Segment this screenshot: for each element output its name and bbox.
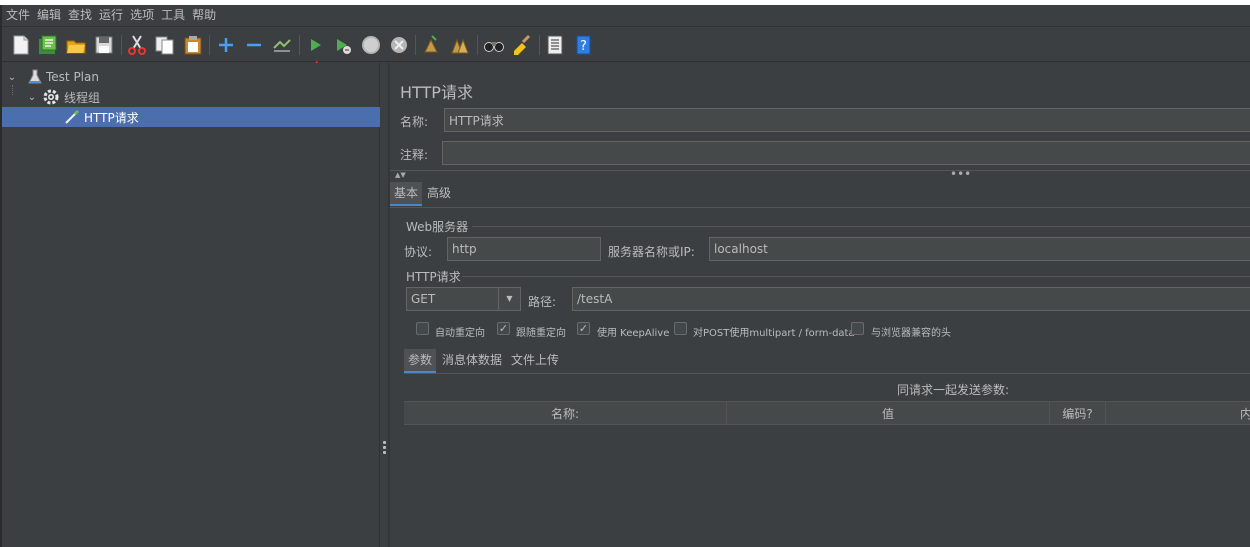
keepalive-checkbox[interactable]: ✓: [577, 322, 590, 335]
toggle-icon[interactable]: [271, 34, 293, 56]
params-caption: 同请求一起发送参数:: [897, 383, 1010, 397]
menu-search[interactable]: 查找: [68, 5, 92, 26]
tree-item-thread-group[interactable]: ⌄ 线程组: [2, 87, 380, 107]
column-header-encode[interactable]: 编码?: [1050, 402, 1106, 424]
menu-run[interactable]: 运行: [99, 5, 123, 26]
pipette-icon: [64, 109, 80, 125]
start-no-pauses-icon[interactable]: [332, 34, 354, 56]
auto-redirect-checkbox[interactable]: [416, 322, 429, 335]
menu-tools[interactable]: 工具: [161, 5, 185, 26]
gear-icon: [42, 88, 60, 106]
split-handle[interactable]: [383, 441, 386, 457]
test-plan-tree: ⌄ Test Plan ⌄ 线程组 HTTP请求: [2, 63, 380, 547]
tree-item-test-plan[interactable]: ⌄ Test Plan: [2, 67, 380, 87]
tree-label: Test Plan: [46, 70, 99, 84]
http-request-panel: HTTP请求 名称: 注释: ▲▼ ••• 基本 高级 Web服务器 协议: 服…: [390, 63, 1250, 547]
method-value: GET: [411, 292, 436, 306]
tab-parameters[interactable]: 参数: [404, 349, 437, 373]
new-icon[interactable]: [10, 34, 32, 56]
menu-edit[interactable]: 编辑: [37, 5, 61, 26]
search-icon[interactable]: [483, 34, 505, 56]
column-header-value[interactable]: 值: [727, 402, 1050, 424]
params-table-header: 名称: 值 编码? 内: [404, 401, 1250, 425]
expand-icon[interactable]: [215, 34, 237, 56]
follow-redirect-label: 跟随重定向: [516, 328, 566, 339]
browser-headers-checkbox[interactable]: [851, 322, 864, 335]
chevron-down-icon[interactable]: ⌄: [6, 71, 18, 83]
open-icon[interactable]: [65, 34, 87, 56]
help-icon[interactable]: ?: [572, 34, 594, 56]
shutdown-icon[interactable]: [388, 34, 410, 56]
menu-bar: 文件 编辑 查找 运行 选项 工具 帮助: [2, 5, 1250, 26]
chevron-down-icon[interactable]: ⌄: [26, 91, 38, 103]
toolbar: ?: [2, 26, 1250, 62]
server-label: 服务器名称或IP:: [608, 245, 695, 259]
tree-item-http-request[interactable]: HTTP请求: [2, 107, 380, 127]
tree-label: HTTP请求: [84, 110, 139, 125]
comment-label: 注释:: [400, 148, 429, 162]
tree-label: 线程组: [64, 90, 101, 105]
browser-headers-label: 与浏览器兼容的头: [871, 328, 951, 339]
keepalive-label: 使用 KeepAlive: [597, 328, 670, 339]
method-select[interactable]: GET ▼: [406, 287, 521, 311]
protocol-label: 协议:: [404, 245, 433, 259]
copy-icon[interactable]: [154, 34, 176, 56]
server-field[interactable]: [709, 237, 1250, 261]
path-field[interactable]: [572, 287, 1250, 311]
function-helper-icon[interactable]: [544, 34, 566, 56]
save-icon[interactable]: [93, 34, 115, 56]
flask-icon: [28, 69, 42, 85]
templates-icon[interactable]: [37, 34, 59, 56]
start-icon[interactable]: [304, 34, 326, 56]
path-label: 路径:: [528, 295, 557, 309]
http-section-title: HTTP请求: [406, 270, 461, 284]
paste-icon[interactable]: [182, 34, 204, 56]
protocol-field[interactable]: [447, 237, 601, 261]
chevron-down-icon[interactable]: ▼: [498, 288, 520, 310]
menu-help[interactable]: 帮助: [192, 5, 216, 26]
cut-icon[interactable]: [126, 34, 148, 56]
tab-basic[interactable]: 基本: [390, 182, 423, 206]
column-header-name[interactable]: 名称:: [404, 402, 727, 424]
tab-advanced[interactable]: 高级: [423, 182, 455, 206]
clear-all-icon[interactable]: [449, 34, 471, 56]
tab-body-data[interactable]: 消息体数据: [438, 349, 506, 373]
tab-file-upload[interactable]: 文件上传: [507, 349, 563, 373]
page-title: HTTP请求: [400, 83, 473, 102]
section-splitter[interactable]: ▲▼ •••: [390, 167, 1250, 181]
stop-icon[interactable]: [360, 34, 382, 56]
collapse-icon[interactable]: [243, 34, 265, 56]
web-server-section-title: Web服务器: [406, 220, 469, 234]
menu-file[interactable]: 文件: [6, 5, 30, 26]
clear-icon[interactable]: [421, 34, 443, 56]
jmeter-window: 文件 编辑 查找 运行 选项 工具 帮助 ? ⌄ Test Plan ⌄ 线程组…: [0, 5, 1250, 547]
column-header-content-type[interactable]: 内: [1106, 402, 1250, 424]
multipart-label: 对POST使用multipart / form-data: [693, 328, 855, 339]
follow-redirect-checkbox[interactable]: ✓: [497, 322, 510, 335]
menu-options[interactable]: 选项: [130, 5, 154, 26]
name-label: 名称:: [400, 115, 429, 129]
auto-redirect-label: 自动重定向: [435, 328, 485, 339]
reset-search-icon[interactable]: [511, 34, 533, 56]
svg-text:?: ?: [580, 39, 587, 54]
comment-field[interactable]: [442, 141, 1250, 165]
multipart-checkbox[interactable]: [674, 322, 687, 335]
name-field[interactable]: [444, 108, 1250, 132]
